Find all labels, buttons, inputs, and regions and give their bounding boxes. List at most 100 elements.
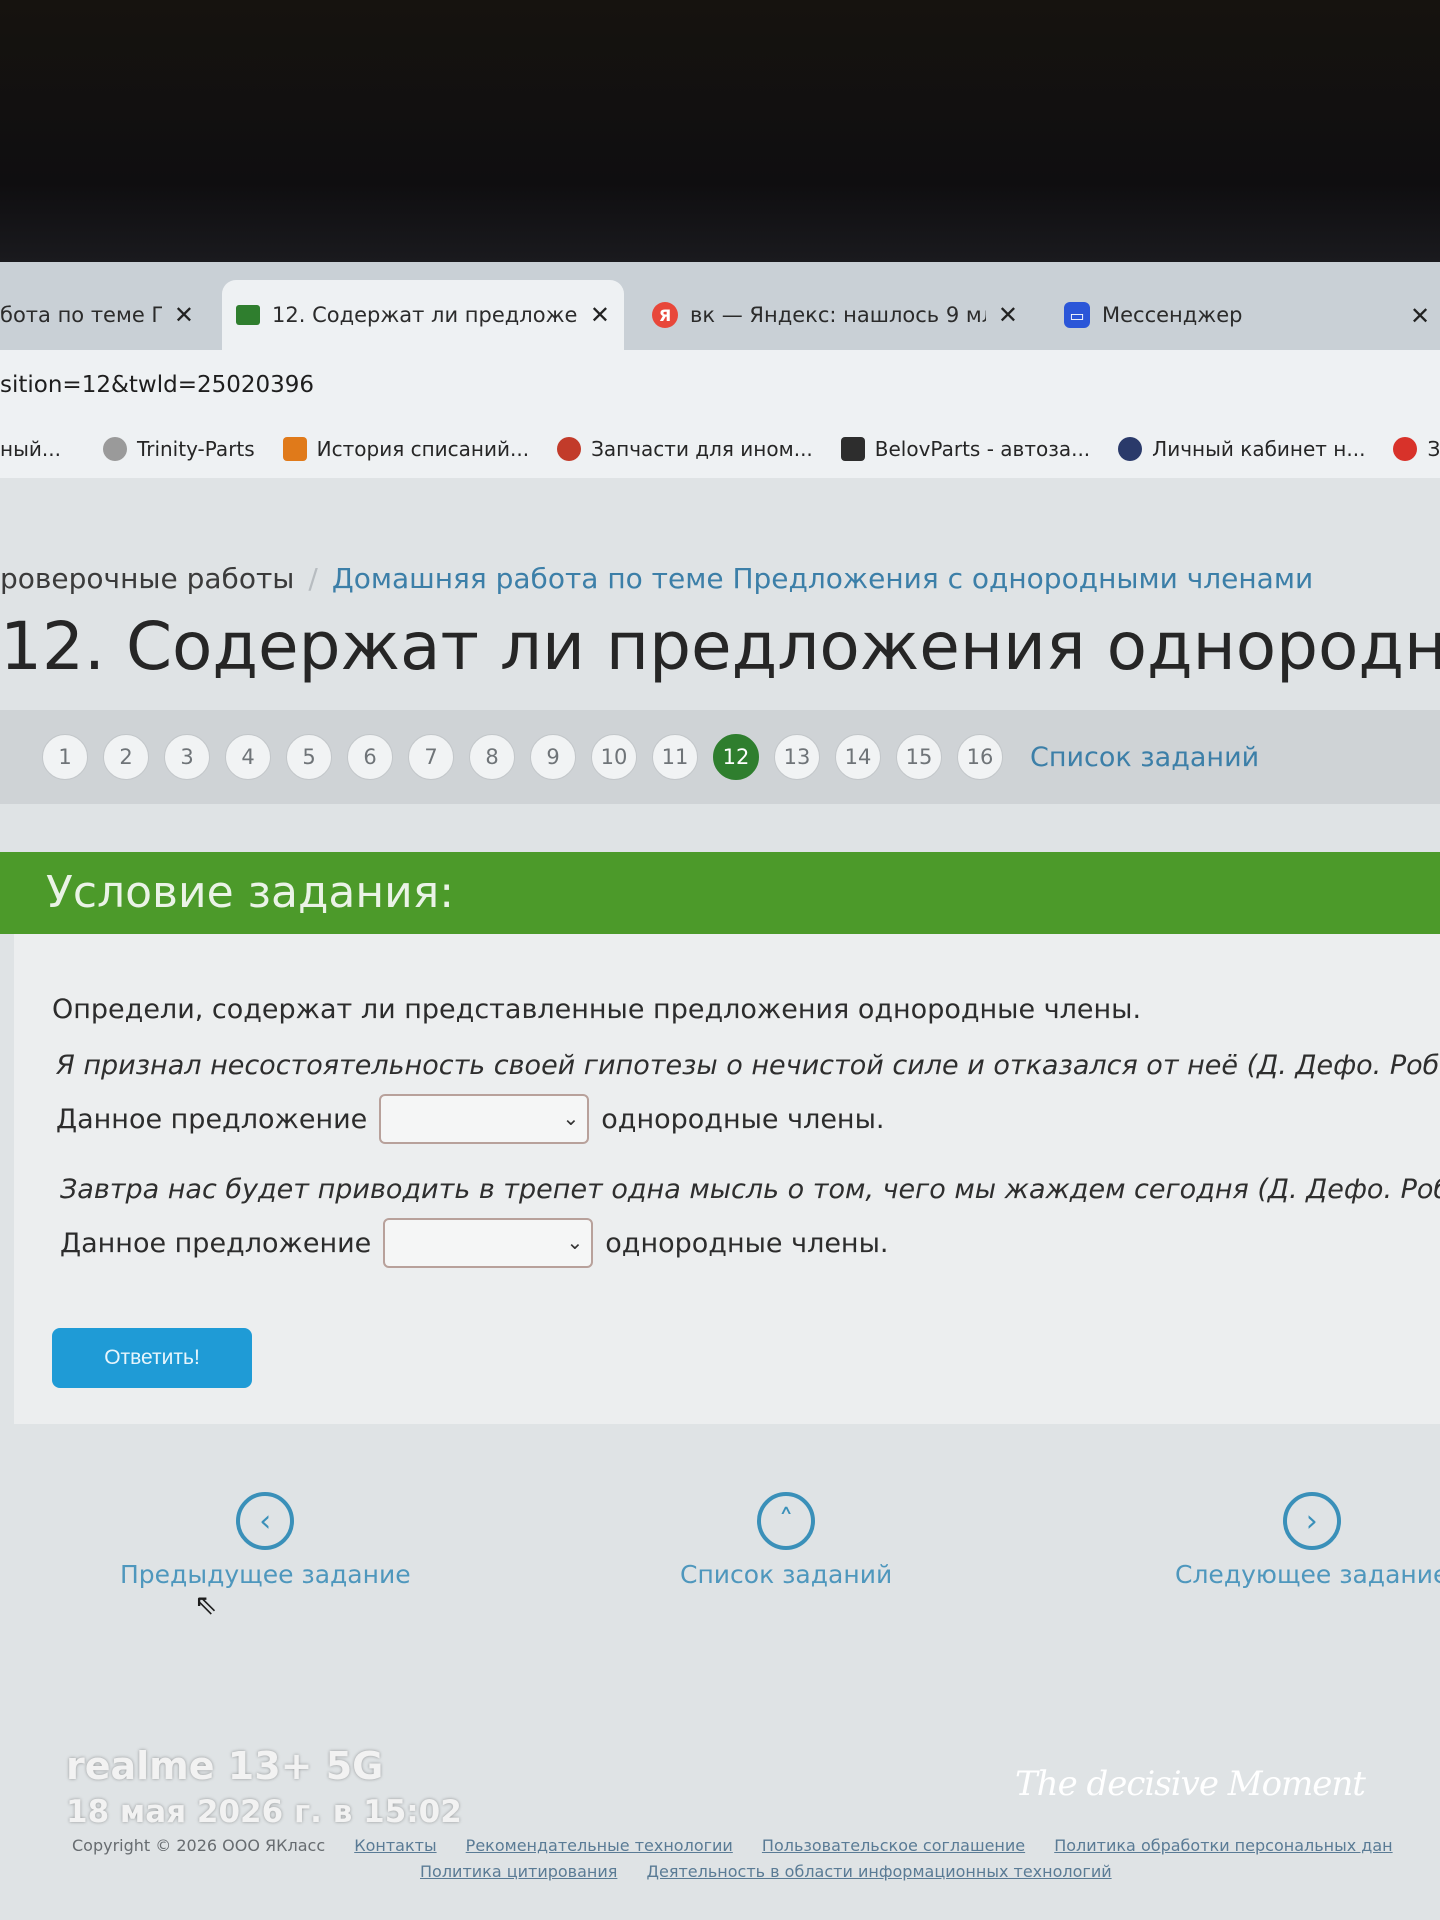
bookmark-label: Запчасти [1427, 437, 1440, 461]
page-number[interactable]: 16 [957, 734, 1003, 780]
bookmark-icon [840, 437, 865, 461]
bookmark-icon [1118, 437, 1143, 461]
bookmark-icon [557, 437, 582, 461]
tab-messenger[interactable]: ▭ Мессенджер [1050, 280, 1310, 350]
footer-link[interactable]: Рекомендательные технологии [466, 1836, 733, 1855]
page-number[interactable]: 13 [774, 734, 820, 780]
page-number[interactable]: 7 [408, 734, 454, 780]
chevron-left-icon[interactable]: ‹ [236, 1492, 295, 1550]
next-task-nav[interactable]: › Следующее задание [1175, 1492, 1440, 1589]
bookmark-label: ный... [0, 437, 61, 461]
tab-label: Мессенджер [1102, 303, 1243, 327]
footer-link[interactable]: Деятельность в области информационных те… [646, 1862, 1111, 1881]
page-number[interactable]: 15 [896, 734, 942, 780]
page-title: 12. Содержат ли предложения однородные ч… [0, 608, 1440, 685]
task-pager: 1 2 3 4 5 6 7 8 9 10 11 12 13 14 15 16 С… [0, 710, 1440, 804]
breadcrumb-parent[interactable]: роверочные работы [0, 562, 294, 595]
page-content: роверочные работы / Домашняя работа по тем… [0, 478, 1440, 1920]
sentence-1: Я признал несостоятельность своей гипоте… [56, 1050, 1440, 1081]
yandex-icon: Я [652, 302, 678, 328]
bookmark-item[interactable]: Запчасти [1393, 437, 1440, 461]
task-list-link[interactable]: Список заданий [1030, 742, 1259, 773]
task-list-nav[interactable]: ˄ Список заданий [680, 1492, 892, 1589]
answer-suffix: однородные члены. [605, 1227, 889, 1259]
next-task-label[interactable]: Следующее задание [1175, 1560, 1440, 1589]
window-close-icon[interactable]: ✕ [1410, 302, 1430, 330]
bookmark-icon [1393, 437, 1418, 461]
messenger-icon: ▭ [1064, 302, 1090, 328]
bookmark-label: Запчасти для ином... [591, 437, 813, 461]
bookmark-item[interactable]: ный... [0, 437, 61, 461]
page-number[interactable]: 6 [347, 734, 393, 780]
breadcrumb: роверочные работы / Домашняя работа по тем… [0, 562, 1313, 595]
bookmark-label: BelovParts - автоза... [874, 437, 1091, 461]
bookmark-label: Личный кабинет н... [1152, 437, 1366, 461]
footer-link[interactable]: Пользовательское соглашение [762, 1836, 1025, 1855]
chevron-down-icon: ⌄ [562, 1106, 580, 1130]
page-number[interactable]: 8 [469, 734, 515, 780]
page-number[interactable]: 4 [225, 734, 271, 780]
page-number[interactable]: 1 [42, 734, 88, 780]
close-icon[interactable]: ✕ [174, 301, 194, 329]
footer-row-2: Политика цитирования Деятельность в обла… [420, 1862, 1112, 1881]
mouse-cursor-icon: ⇖ [194, 1588, 218, 1621]
footer-link[interactable]: Политика цитирования [420, 1862, 617, 1881]
copyright: Copyright © 2026 ООО ЯКласс [72, 1836, 326, 1855]
task-list-label[interactable]: Список заданий [680, 1560, 892, 1589]
answer-prefix: Данное предложение [56, 1103, 368, 1135]
bookmark-label: История списаний... [316, 437, 530, 461]
bookmark-item[interactable]: Запчасти для ином... [557, 437, 813, 461]
answer-line-2: Данное предложение ⌄ однородные члены. [60, 1218, 889, 1268]
bookmark-label: Trinity-Parts [136, 437, 255, 461]
tab-current-task[interactable]: 12. Содержат ли предложения ✕ [222, 280, 624, 350]
bookmark-item[interactable]: Trinity-Parts [102, 437, 255, 461]
tab-strip: бота по теме Пр ✕ 12. Содержат ли предло… [0, 262, 1440, 350]
breadcrumb-separator: / [308, 562, 318, 595]
page-footer: Copyright © 2026 ООО ЯКласс Контакты Рек… [0, 1836, 1440, 1881]
bookmark-icon [102, 437, 127, 461]
answer-prefix: Данное предложение [60, 1227, 372, 1259]
bookmark-item[interactable]: Личный кабинет н... [1118, 437, 1365, 461]
bookmarks-bar: ный... Trinity-Parts История списаний...… [0, 420, 1440, 479]
chevron-up-icon[interactable]: ˄ [757, 1492, 816, 1550]
answer-line-1: Данное предложение ⌄ однородные члены. [56, 1094, 885, 1144]
tab-label: 12. Содержат ли предложения [272, 303, 578, 327]
bookmark-item[interactable]: BelovParts - автоза... [840, 437, 1091, 461]
footer-link[interactable]: Контакты [354, 1836, 436, 1855]
monitor-bezel [0, 0, 1440, 262]
page-number-active[interactable]: 12 [713, 734, 759, 780]
close-icon[interactable]: ✕ [998, 301, 1018, 329]
previous-task-label[interactable]: Предыдущее задание [120, 1560, 411, 1589]
answer-dropdown-1[interactable]: ⌄ [379, 1094, 590, 1144]
url-text: sition=12&twld=25020396 [0, 372, 315, 398]
close-icon[interactable]: ✕ [590, 301, 610, 329]
page-number[interactable]: 5 [286, 734, 332, 780]
camera-watermark-device: realme 13+ 5G [66, 1744, 384, 1788]
condition-header: Условие задания: [0, 852, 1440, 934]
page-number[interactable]: 2 [103, 734, 149, 780]
address-bar[interactable]: sition=12&twld=25020396 [0, 350, 1440, 420]
task-instruction: Определи, содержат ли представленные пре… [52, 994, 1142, 1025]
footer-link[interactable]: Политика обработки персональных дан [1054, 1836, 1392, 1855]
answer-suffix: однородные члены. [601, 1103, 885, 1135]
browser-screen: бота по теме Пр ✕ 12. Содержат ли предло… [0, 262, 1440, 1920]
page-number[interactable]: 14 [835, 734, 881, 780]
tab-homework[interactable]: бота по теме Пр ✕ [0, 280, 208, 350]
sentence-2: Завтра нас будет приводить в трепет одна… [60, 1174, 1440, 1205]
breadcrumb-current[interactable]: Домашняя работа по теме Предложения с од… [332, 562, 1313, 595]
camera-watermark-signature: The decisive Moment [1015, 1764, 1366, 1804]
book-icon [236, 305, 260, 325]
chevron-down-icon: ⌄ [566, 1230, 584, 1254]
bookmark-icon [282, 437, 307, 461]
submit-answer-button[interactable]: Ответить! [52, 1328, 252, 1388]
tab-yandex[interactable]: Я вк — Яндекс: нашлось 9 млн р ✕ [638, 280, 1032, 350]
page-number[interactable]: 11 [652, 734, 698, 780]
tab-label: вк — Яндекс: нашлось 9 млн р [690, 303, 986, 327]
page-number[interactable]: 9 [530, 734, 576, 780]
previous-task-nav[interactable]: ‹ Предыдущее задание [120, 1492, 411, 1589]
page-number[interactable]: 10 [591, 734, 637, 780]
bookmark-item[interactable]: История списаний... [282, 437, 530, 461]
chevron-right-icon[interactable]: › [1282, 1492, 1341, 1550]
page-number[interactable]: 3 [164, 734, 210, 780]
answer-dropdown-2[interactable]: ⌄ [383, 1218, 594, 1268]
